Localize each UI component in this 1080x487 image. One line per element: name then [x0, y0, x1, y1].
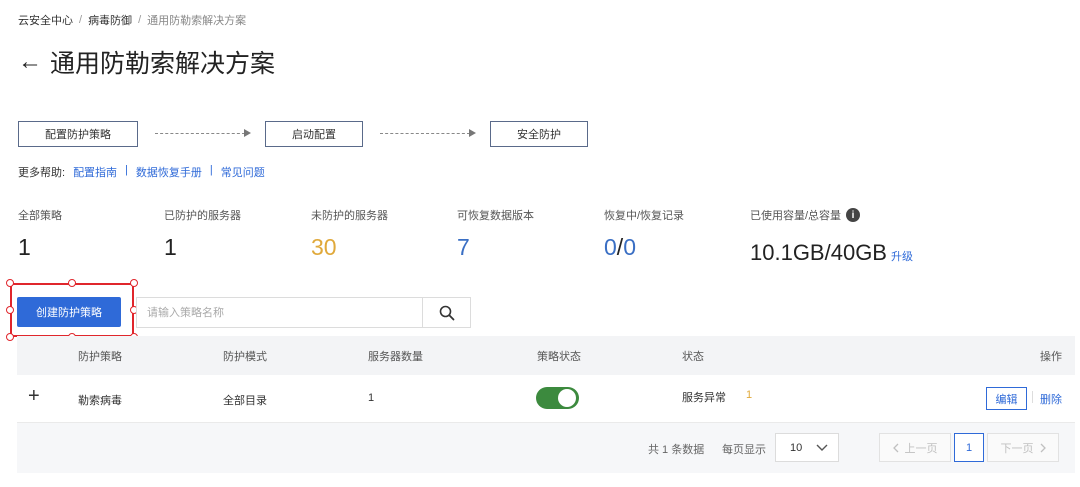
stat-recovery-value: 0/0 — [604, 234, 636, 261]
stat-protected-servers-value: 1 — [164, 234, 177, 260]
arrow-right-icon — [244, 129, 251, 137]
title-row: ← 通用防勒索解决方案 — [18, 44, 275, 80]
stat-capacity-label: 已使用容量/总容量 — [750, 210, 842, 222]
cell-policy-name: 勒索病毒 — [78, 395, 122, 407]
page-size-value: 10 — [790, 441, 803, 454]
stat-recoverable-versions-value[interactable]: 7 — [457, 234, 470, 261]
link-data-recovery-manual[interactable]: 数据恢复手册 — [136, 164, 202, 180]
step-connector — [380, 133, 470, 134]
help-label: 更多帮助: — [18, 167, 66, 179]
stat-recovery-records-count[interactable]: 0 — [623, 234, 636, 260]
column-header-policy-status: 策略状态 — [537, 351, 581, 363]
stat-recoverable-versions-label: 可恢复数据版本 — [457, 210, 534, 222]
breadcrumb-item-cloud-security[interactable]: 云安全中心 — [18, 12, 73, 28]
breadcrumb-separator: / — [79, 14, 83, 26]
next-page-label: 下一页 — [1000, 442, 1034, 455]
link-faq[interactable]: 常见问题 — [221, 164, 265, 180]
highlight-selection-box — [10, 283, 134, 337]
action-divider — [1032, 391, 1033, 403]
page-size-select[interactable]: 10 — [775, 433, 839, 462]
step-start-config[interactable]: 启动配置 — [265, 121, 363, 147]
step-security-protection[interactable]: 安全防护 — [490, 121, 588, 147]
stat-unprotected-servers-label: 未防护的服务器 — [311, 210, 388, 222]
selection-handle — [68, 279, 76, 287]
prev-page-button[interactable]: 上一页 — [879, 433, 951, 462]
page-1-button[interactable]: 1 — [954, 433, 984, 462]
selection-handle — [6, 306, 14, 314]
stat-protected-servers-label: 已防护的服务器 — [164, 210, 241, 222]
breadcrumb: 云安全中心 / 病毒防御 / 通用防勒索解决方案 — [18, 12, 246, 28]
cell-status: 服务异常 — [682, 392, 726, 404]
stat-total-policies-value: 1 — [18, 234, 31, 260]
stat-unprotected-servers-value[interactable]: 30 — [311, 234, 337, 261]
chevron-down-icon — [816, 444, 828, 451]
delete-link[interactable]: 删除 — [1040, 391, 1062, 407]
breadcrumb-current: 通用防勒索解决方案 — [147, 15, 247, 27]
search-button[interactable] — [422, 297, 471, 328]
chevron-right-icon — [1040, 443, 1046, 452]
stat-capacity-label-row: 已使用容量/总容量 i — [750, 207, 861, 223]
upgrade-link[interactable]: 升级 — [891, 251, 913, 263]
next-page-button[interactable]: 下一页 — [987, 433, 1059, 462]
column-header-action: 操作 — [1040, 351, 1062, 363]
toggle-knob — [558, 389, 576, 407]
column-header-policy: 防护策略 — [78, 351, 122, 363]
link-config-guide[interactable]: 配置指南 — [73, 164, 117, 180]
help-links: 更多帮助: 配置指南 | 数据恢复手册 | 常见问题 — [18, 164, 265, 180]
cell-server-count: 1 — [368, 392, 375, 404]
selection-handle — [130, 279, 138, 287]
stat-recovering-count[interactable]: 0 — [604, 234, 617, 260]
breadcrumb-separator: / — [138, 14, 142, 26]
expand-row-icon[interactable]: + — [28, 385, 40, 408]
cell-status-count[interactable]: 1 — [746, 389, 752, 401]
stat-capacity-value: 10.1GB/40GB — [750, 240, 887, 265]
stat-total-policies-label: 全部策略 — [18, 210, 62, 222]
policy-search-input[interactable] — [136, 297, 423, 328]
pagination-total: 共 1 条数据 — [648, 444, 705, 456]
stat-recovery-label: 恢复中/恢复记录 — [604, 210, 685, 222]
page-size-label: 每页显示 — [722, 444, 766, 456]
page-title: 通用防勒索解决方案 — [50, 50, 276, 78]
stat-capacity-value-row: 10.1GB/40GB 升级 — [750, 240, 913, 266]
info-icon[interactable]: i — [846, 208, 861, 222]
column-header-mode: 防护模式 — [223, 351, 267, 363]
column-header-status: 状态 — [682, 351, 704, 363]
selection-handle — [6, 279, 14, 287]
chevron-left-icon — [892, 443, 898, 452]
prev-page-label: 上一页 — [904, 442, 938, 455]
selection-handle — [6, 333, 14, 341]
search-icon — [439, 305, 454, 320]
cell-protection-mode: 全部目录 — [223, 395, 267, 407]
help-separator: | — [209, 164, 213, 176]
column-header-server-count: 服务器数量 — [368, 351, 423, 363]
help-separator: | — [125, 164, 128, 176]
back-arrow-icon[interactable]: ← — [18, 50, 42, 74]
breadcrumb-item-virus-defense[interactable]: 病毒防御 — [88, 12, 132, 28]
arrow-right-icon — [469, 129, 476, 137]
step-connector — [155, 133, 245, 134]
step-configure-policy[interactable]: 配置防护策略 — [18, 121, 138, 147]
edit-button[interactable]: 编辑 — [986, 387, 1027, 410]
